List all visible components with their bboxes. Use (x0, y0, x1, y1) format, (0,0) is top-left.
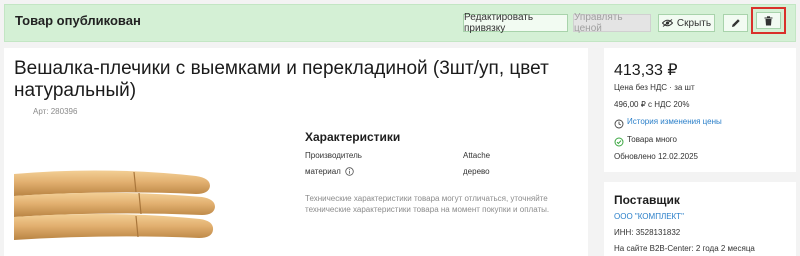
delete-highlight-frame (751, 7, 786, 34)
supplier-name-link[interactable]: ООО "КОМПЛЕКТ" (614, 212, 684, 221)
supplier-inn: ИНН: 3528131832 (614, 228, 681, 237)
manage-price-button[interactable]: Управлять ценой (573, 12, 651, 34)
edit-binding-button[interactable]: Редактировать привязку (463, 12, 568, 34)
trash-icon (764, 15, 773, 26)
product-title: Вешалка-плечики с выемками и перекладино… (14, 58, 549, 101)
edit-button[interactable] (723, 14, 748, 32)
price-history-link[interactable]: История изменения цены (627, 117, 722, 126)
delete-button[interactable] (756, 12, 781, 29)
price-note: Цена без НДС · за шт (614, 83, 695, 92)
updated-date: Обновлено 12.02.2025 (614, 152, 698, 161)
supplier-title: Поставщик (614, 193, 680, 207)
characteristic-label: Производитель (305, 151, 362, 160)
status-bar: Товар опубликован Редактировать привязку… (4, 4, 796, 42)
price-value: 413,33 ₽ (614, 62, 678, 79)
status-title: Товар опубликован (15, 13, 141, 28)
characteristic-label: материал (305, 167, 354, 178)
eye-hidden-icon (661, 19, 673, 27)
edit-binding-label: Редактировать привязку (464, 12, 534, 34)
characteristic-label-text: материал (305, 167, 341, 176)
manage-price-label: Управлять ценой (574, 12, 623, 34)
hide-label: Скрыть (676, 17, 712, 29)
price-with-vat: 496,00 ₽ с НДС 20% (614, 100, 690, 109)
check-circle-icon (614, 134, 624, 152)
info-icon[interactable] (345, 167, 354, 178)
supplier-on-site: На сайте B2B-Center: 2 года 2 месяца (614, 244, 755, 253)
characteristics-title: Характеристики (305, 130, 401, 144)
product-article: Арт: 280396 (33, 107, 78, 116)
stock-status: Товара много (627, 135, 677, 144)
characteristic-value: дерево (463, 167, 490, 176)
characteristic-value: Attache (463, 151, 491, 160)
clock-icon (614, 116, 624, 134)
product-image[interactable] (14, 130, 224, 256)
pencil-icon (731, 18, 741, 28)
hide-button[interactable]: Скрыть (658, 14, 715, 32)
characteristics-disclaimer: Технические характеристики товара могут … (305, 194, 550, 214)
